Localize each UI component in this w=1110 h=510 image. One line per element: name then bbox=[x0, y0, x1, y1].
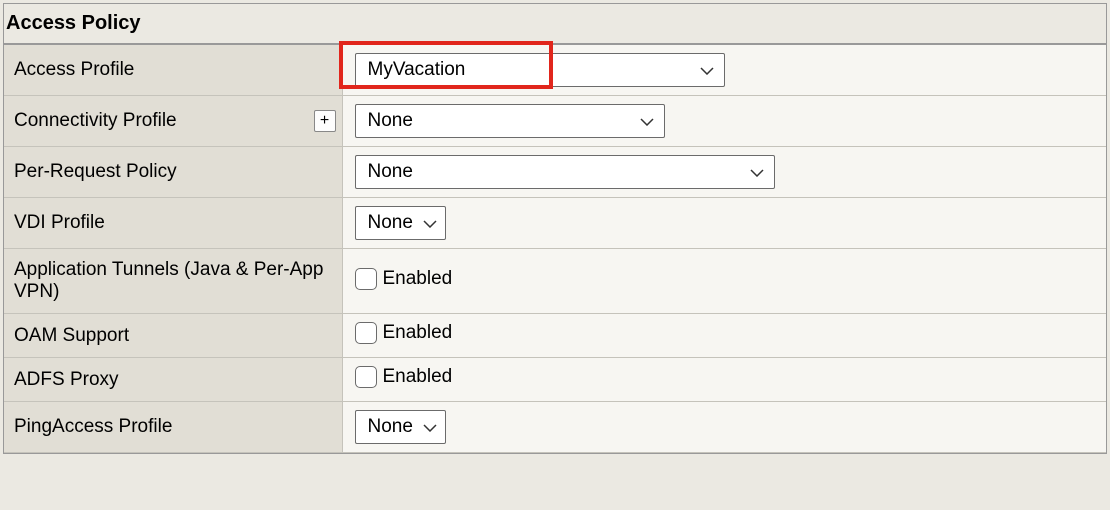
adfs-proxy-checkbox-wrap: Enabled bbox=[355, 366, 453, 388]
oam-support-checkbox-wrap: Enabled bbox=[355, 322, 453, 344]
access-profile-select[interactable]: MyVacation bbox=[355, 53, 725, 87]
label-per-request-policy: Per-Request Policy bbox=[4, 147, 342, 198]
row-connectivity-profile: Connectivity Profile + None bbox=[4, 96, 1106, 147]
chevron-down-icon bbox=[423, 419, 437, 435]
chevron-down-icon bbox=[640, 113, 654, 129]
per-request-policy-value: None bbox=[368, 161, 413, 183]
chevron-down-icon bbox=[423, 215, 437, 231]
vdi-profile-select[interactable]: None bbox=[355, 206, 446, 240]
label-vdi-profile: VDI Profile bbox=[4, 198, 342, 249]
pingaccess-profile-select[interactable]: None bbox=[355, 410, 446, 444]
label-access-profile: Access Profile bbox=[4, 44, 342, 96]
oam-support-checkbox-label: Enabled bbox=[383, 322, 453, 344]
row-pingaccess-profile: PingAccess Profile None bbox=[4, 402, 1106, 453]
label-app-tunnels: Application Tunnels (Java & Per-App VPN) bbox=[4, 249, 342, 314]
row-access-profile: Access Profile MyVacation bbox=[4, 44, 1106, 96]
row-app-tunnels: Application Tunnels (Java & Per-App VPN)… bbox=[4, 249, 1106, 314]
chevron-down-icon bbox=[700, 62, 714, 78]
form-table: Access Profile MyVacation Connectivity P… bbox=[4, 43, 1106, 453]
app-tunnels-checkbox[interactable] bbox=[355, 268, 377, 290]
row-per-request-policy: Per-Request Policy None bbox=[4, 147, 1106, 198]
adfs-proxy-checkbox[interactable] bbox=[355, 366, 377, 388]
section-title: Access Policy bbox=[4, 4, 1106, 43]
app-tunnels-checkbox-wrap: Enabled bbox=[355, 268, 453, 290]
per-request-policy-select[interactable]: None bbox=[355, 155, 775, 189]
app-tunnels-checkbox-label: Enabled bbox=[383, 268, 453, 290]
chevron-down-icon bbox=[750, 164, 764, 180]
label-connectivity-profile-text: Connectivity Profile bbox=[14, 110, 177, 131]
label-pingaccess-profile: PingAccess Profile bbox=[4, 402, 342, 453]
label-connectivity-profile: Connectivity Profile + bbox=[4, 96, 342, 147]
add-connectivity-profile-button[interactable]: + bbox=[314, 110, 336, 132]
access-policy-panel: Access Policy Access Profile MyVacation … bbox=[3, 3, 1107, 454]
vdi-profile-value: None bbox=[368, 212, 413, 234]
oam-support-checkbox[interactable] bbox=[355, 322, 377, 344]
row-oam-support: OAM Support Enabled bbox=[4, 314, 1106, 358]
row-vdi-profile: VDI Profile None bbox=[4, 198, 1106, 249]
connectivity-profile-value: None bbox=[368, 110, 413, 132]
pingaccess-profile-value: None bbox=[368, 416, 413, 438]
connectivity-profile-select[interactable]: None bbox=[355, 104, 665, 138]
access-profile-value: MyVacation bbox=[368, 59, 466, 81]
row-adfs-proxy: ADFS Proxy Enabled bbox=[4, 358, 1106, 402]
adfs-proxy-checkbox-label: Enabled bbox=[383, 366, 453, 388]
label-adfs-proxy: ADFS Proxy bbox=[4, 358, 342, 402]
label-oam-support: OAM Support bbox=[4, 314, 342, 358]
